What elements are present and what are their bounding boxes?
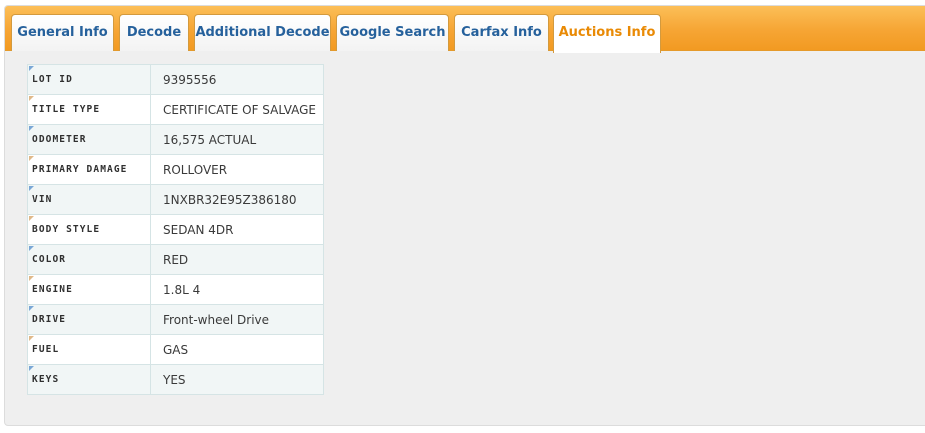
table-row: VIN 1NXBR32E95Z386180 bbox=[27, 184, 324, 215]
tab-general-info[interactable]: General Info bbox=[11, 14, 114, 51]
field-value: 1NXBR32E95Z386180 bbox=[150, 184, 324, 215]
corner-marker-icon bbox=[29, 276, 34, 281]
table-row: BODY STYLE SEDAN 4DR bbox=[27, 214, 324, 245]
tab-google-search[interactable]: Google Search bbox=[336, 14, 449, 51]
field-label: KEYS bbox=[32, 374, 60, 385]
field-value: 9395556 bbox=[150, 64, 324, 95]
field-label-cell: LOT ID bbox=[27, 64, 151, 95]
tab-decode[interactable]: Decode bbox=[119, 14, 189, 51]
tab-additional-decode[interactable]: Additional Decode bbox=[194, 14, 331, 51]
field-label-cell: TITLE TYPE bbox=[27, 94, 151, 125]
corner-marker-icon bbox=[29, 186, 34, 191]
corner-marker-icon bbox=[29, 246, 34, 251]
field-label: LOT ID bbox=[32, 74, 73, 85]
field-label-cell: ODOMETER bbox=[27, 124, 151, 155]
field-value: SEDAN 4DR bbox=[150, 214, 324, 245]
field-label-cell: COLOR bbox=[27, 244, 151, 275]
field-value: GAS bbox=[150, 334, 324, 365]
field-label: VIN bbox=[32, 194, 53, 205]
corner-marker-icon bbox=[29, 66, 34, 71]
table-row: PRIMARY DAMAGE ROLLOVER bbox=[27, 154, 324, 185]
field-label-cell: ENGINE bbox=[27, 274, 151, 305]
field-label-cell: BODY STYLE bbox=[27, 214, 151, 245]
field-label-cell: VIN bbox=[27, 184, 151, 215]
field-label-cell: KEYS bbox=[27, 364, 151, 395]
field-label-cell: DRIVE bbox=[27, 304, 151, 335]
tab-carfax-info[interactable]: Carfax Info bbox=[454, 14, 549, 51]
field-value: CERTIFICATE OF SALVAGE bbox=[150, 94, 324, 125]
corner-marker-icon bbox=[29, 156, 34, 161]
field-label-cell: PRIMARY DAMAGE bbox=[27, 154, 151, 185]
corner-marker-icon bbox=[29, 336, 34, 341]
auction-info-table: LOT ID 9395556 TITLE TYPE CERTIFICATE OF SA… bbox=[27, 64, 324, 395]
table-row: COLOR RED bbox=[27, 244, 324, 275]
table-row: ODOMETER 16,575 ACTUAL bbox=[27, 124, 324, 155]
field-value: ROLLOVER bbox=[150, 154, 324, 185]
corner-marker-icon bbox=[29, 96, 34, 101]
field-value: 16,575 ACTUAL bbox=[150, 124, 324, 155]
field-label: FUEL bbox=[32, 344, 60, 355]
tab-bar: General Info Decode Additional Decode Go… bbox=[5, 6, 925, 53]
field-label: ENGINE bbox=[32, 284, 73, 295]
field-label: TITLE TYPE bbox=[32, 104, 101, 115]
corner-marker-icon bbox=[29, 126, 34, 131]
table-row: TITLE TYPE CERTIFICATE OF SALVAGE bbox=[27, 94, 324, 125]
corner-marker-icon bbox=[29, 216, 34, 221]
field-value: YES bbox=[150, 364, 324, 395]
corner-marker-icon bbox=[29, 366, 34, 371]
auction-panel: General Info Decode Additional Decode Go… bbox=[4, 5, 925, 426]
field-value: 1.8L 4 bbox=[150, 274, 324, 305]
tab-auctions-info[interactable]: Auctions Info bbox=[553, 14, 661, 53]
field-value: RED bbox=[150, 244, 324, 275]
corner-marker-icon bbox=[29, 306, 34, 311]
field-value: Front-wheel Drive bbox=[150, 304, 324, 335]
table-row: ENGINE 1.8L 4 bbox=[27, 274, 324, 305]
table-row: KEYS YES bbox=[27, 364, 324, 395]
table-row: LOT ID 9395556 bbox=[27, 64, 324, 95]
field-label: PRIMARY DAMAGE bbox=[32, 164, 128, 175]
field-label: DRIVE bbox=[32, 314, 67, 325]
field-label-cell: FUEL bbox=[27, 334, 151, 365]
table-row: FUEL GAS bbox=[27, 334, 324, 365]
field-label: ODOMETER bbox=[32, 134, 87, 145]
table-row: DRIVE Front-wheel Drive bbox=[27, 304, 324, 335]
field-label: BODY STYLE bbox=[32, 224, 101, 235]
field-label: COLOR bbox=[32, 254, 67, 265]
